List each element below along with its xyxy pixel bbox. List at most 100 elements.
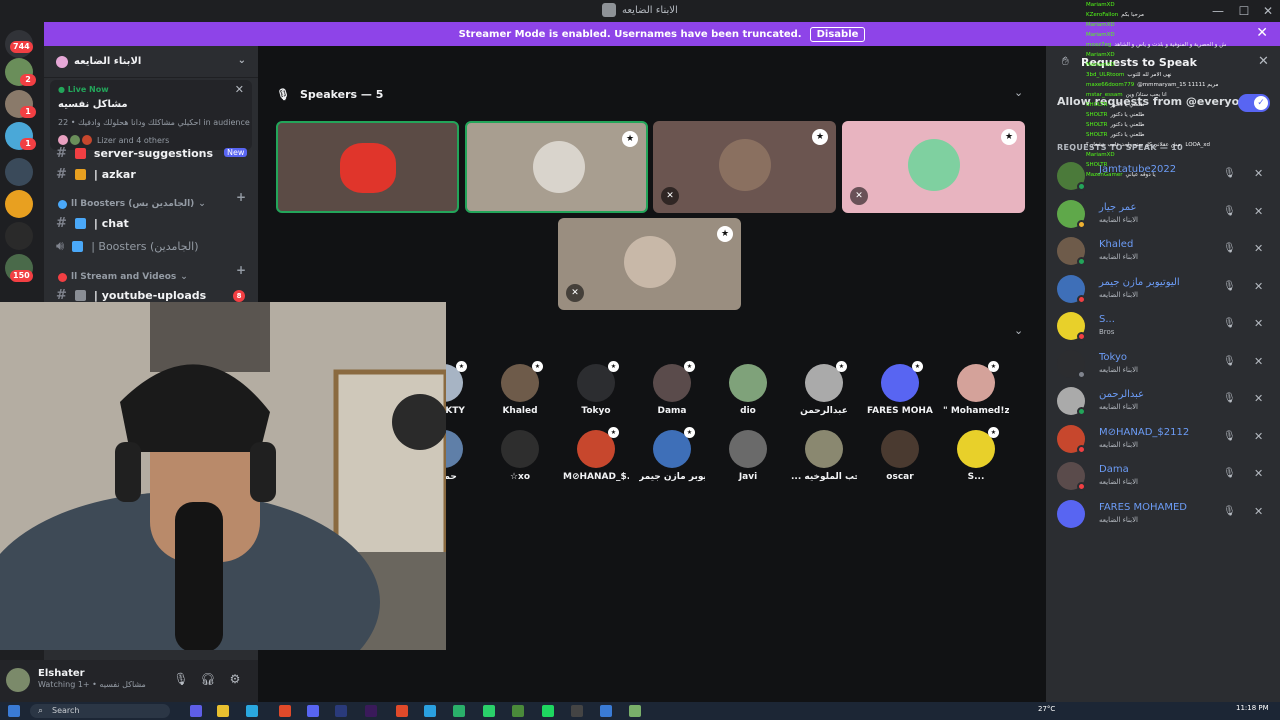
gear-icon[interactable]: ⚙	[226, 670, 244, 688]
channel-azkar[interactable]: # | azkar	[56, 167, 136, 182]
request-row[interactable]: عبدالرحمن الابناء الضايعه 🎙︎ ✕	[1057, 385, 1271, 417]
category-boosters[interactable]: ll Boosters (الجامدين بس) ⌄	[58, 199, 206, 209]
audience-member[interactable]: ★ اليوتيوبر مازن جيمر	[639, 427, 705, 482]
invite-to-speak-icon[interactable]: 🎙︎	[1223, 356, 1236, 367]
server-avatar-5[interactable]	[5, 222, 33, 250]
invite-to-speak-icon[interactable]: 🎙︎	[1223, 318, 1236, 329]
headphones-icon[interactable]: 🎧︎	[199, 670, 217, 688]
chat-username: MariamXD	[1086, 32, 1115, 38]
audience-member[interactable]: ★ عبدالرحمن	[791, 361, 857, 416]
audience-member[interactable]: Javi	[715, 430, 781, 482]
channel-server-suggestions[interactable]: # server-suggestions	[56, 146, 213, 161]
deny-request-icon[interactable]: ✕	[1254, 242, 1263, 255]
audience-member[interactable]: oscar	[867, 430, 933, 482]
invite-to-speak-icon[interactable]: 🎙︎	[1223, 431, 1236, 442]
server-header[interactable]: الابناء الضايعه ⌄	[44, 46, 258, 78]
live-stage-card[interactable]: ● Live Now ✕ مشاكل نفسيه احكيلي مشاكلك و…	[50, 80, 252, 150]
speaker-tile[interactable]: ★	[465, 121, 648, 213]
channel-youtube-uploads[interactable]: # | youtube-uploads	[56, 288, 206, 303]
add-channel-icon[interactable]: +	[236, 263, 246, 277]
request-subtitle: الابناء الضايعه	[1099, 290, 1139, 299]
app-icon[interactable]	[453, 705, 465, 717]
invite-to-speak-icon[interactable]: 🎙︎	[1223, 393, 1236, 404]
moderator-icon: ★	[812, 129, 828, 145]
allow-requests-toggle[interactable]: ✓	[1238, 94, 1270, 112]
deny-request-icon[interactable]: ✕	[1254, 167, 1263, 180]
add-channel-icon[interactable]: +	[236, 190, 246, 204]
deny-request-icon[interactable]: ✕	[1254, 505, 1263, 518]
deny-request-icon[interactable]: ✕	[1254, 467, 1263, 480]
store-icon[interactable]	[600, 705, 612, 717]
deny-request-icon[interactable]: ✕	[1254, 205, 1263, 218]
close-window-icon[interactable]: ✕	[1258, 2, 1278, 20]
taskbar-clock[interactable]: 11:18 PM	[1236, 704, 1269, 712]
avatar[interactable]	[6, 668, 30, 692]
request-row[interactable]: M⊘HANAD_$2112 الابناء الضايعه 🎙︎ ✕	[1057, 423, 1271, 455]
disable-button[interactable]: Disable	[809, 26, 866, 42]
invite-to-speak-icon[interactable]: 🎙︎	[1223, 281, 1236, 292]
channel-chat[interactable]: # | chat	[56, 216, 129, 231]
audience-member[interactable]: ★ Tokyo	[563, 361, 629, 416]
audience-member[interactable]: ☆xo	[487, 430, 553, 482]
audience-member[interactable]: ★ FARES MOHA...	[867, 361, 933, 416]
deny-request-icon[interactable]: ✕	[1254, 430, 1263, 443]
speaker-tile[interactable]: ★ ✕	[842, 121, 1025, 213]
deny-request-icon[interactable]: ✕	[1254, 392, 1263, 405]
chat-message: moaz7egنداني العيش و الحصرية و المنوفية …	[1086, 40, 1226, 50]
maximize-icon[interactable]: ☐	[1234, 2, 1254, 20]
audience-member[interactable]: ★ " Mohamed!zx "	[943, 361, 1009, 416]
audience-member[interactable]: ★ S...	[943, 427, 1009, 482]
invite-to-speak-icon[interactable]: 🎙︎	[1223, 206, 1236, 217]
steam-icon[interactable]	[5, 190, 33, 218]
chevron-down-icon[interactable]: ⌄	[1014, 324, 1023, 337]
edge-icon[interactable]	[246, 705, 258, 717]
speaker-tile[interactable]: ★ ✕	[558, 218, 741, 310]
invite-to-speak-icon[interactable]: 🎙︎	[1223, 506, 1236, 517]
telegram-icon[interactable]	[424, 705, 436, 717]
close-icon[interactable]: ✕	[1258, 54, 1269, 69]
banner-close-icon[interactable]: ✕	[1256, 25, 1268, 41]
voice-channel-boosters[interactable]: 🔊︎ | Boosters (الجامدين)	[56, 239, 199, 254]
audience-member[interactable]: dio	[715, 364, 781, 416]
weather-widget[interactable]: 27°C	[1038, 705, 1055, 713]
file-explorer-icon[interactable]	[217, 705, 229, 717]
category-stream-videos[interactable]: ll Stream and Videos ⌄	[58, 272, 188, 282]
photoshop-icon[interactable]	[335, 705, 347, 717]
taskbar-search[interactable]: ⌕ Search	[30, 704, 170, 718]
request-row[interactable]: Tokyo الابناء الضايعه 🎙︎ ✕	[1057, 348, 1271, 380]
app-icon[interactable]	[571, 705, 583, 717]
audience-member[interactable]: ★ Dama	[639, 361, 705, 416]
brave-icon[interactable]	[396, 705, 408, 717]
audience-member[interactable]: ... مش بيحب الملوخيه	[791, 430, 857, 482]
microphone-icon[interactable]: 🎙︎	[172, 670, 190, 688]
start-icon[interactable]	[8, 705, 20, 717]
request-row[interactable]: Dama الابناء الضايعه 🎙︎ ✕	[1057, 460, 1271, 492]
request-row[interactable]: FARES MOHAMED الابناء الضايعه 🎙︎ ✕	[1057, 498, 1271, 530]
speaker-tile[interactable]	[276, 121, 459, 213]
audience-member[interactable]: ★ Khaled	[487, 361, 553, 416]
chevron-down-icon[interactable]: ⌄	[1014, 86, 1023, 99]
request-row[interactable]: عمر جيار الابناء الضايعه 🎙︎ ✕	[1057, 198, 1271, 230]
deny-request-icon[interactable]: ✕	[1254, 280, 1263, 293]
notepad-icon[interactable]	[629, 705, 641, 717]
request-row[interactable]: اليوتيوبر مازن جيمر الابناء الضايعه 🎙︎ ✕	[1057, 273, 1271, 305]
premiere-icon[interactable]	[365, 705, 377, 717]
deny-request-icon[interactable]: ✕	[1254, 317, 1263, 330]
teams-icon[interactable]	[190, 705, 202, 717]
invite-to-speak-icon[interactable]: 🎙︎	[1223, 468, 1236, 479]
request-row[interactable]: S... Bros 🎙︎ ✕	[1057, 310, 1271, 342]
chrome-icon[interactable]	[279, 705, 291, 717]
close-icon[interactable]: ✕	[235, 83, 244, 96]
deny-request-icon[interactable]: ✕	[1254, 355, 1263, 368]
discord-icon[interactable]	[307, 705, 319, 717]
minecraft-icon[interactable]	[512, 705, 524, 717]
chat-text: طلعني يا دكتور	[1110, 112, 1145, 118]
audience-member[interactable]: ★ M⊘HANAD_$...	[563, 427, 629, 482]
server-avatar-4[interactable]	[5, 158, 33, 186]
invite-to-speak-icon[interactable]: 🎙︎	[1223, 243, 1236, 254]
whatsapp-icon[interactable]	[483, 705, 495, 717]
diamond-icon	[72, 241, 84, 252]
spotify-icon[interactable]	[542, 705, 554, 717]
request-row[interactable]: Khaled الابناء الضايعه 🎙︎ ✕	[1057, 235, 1271, 267]
speaker-tile[interactable]: ★ ✕	[653, 121, 836, 213]
